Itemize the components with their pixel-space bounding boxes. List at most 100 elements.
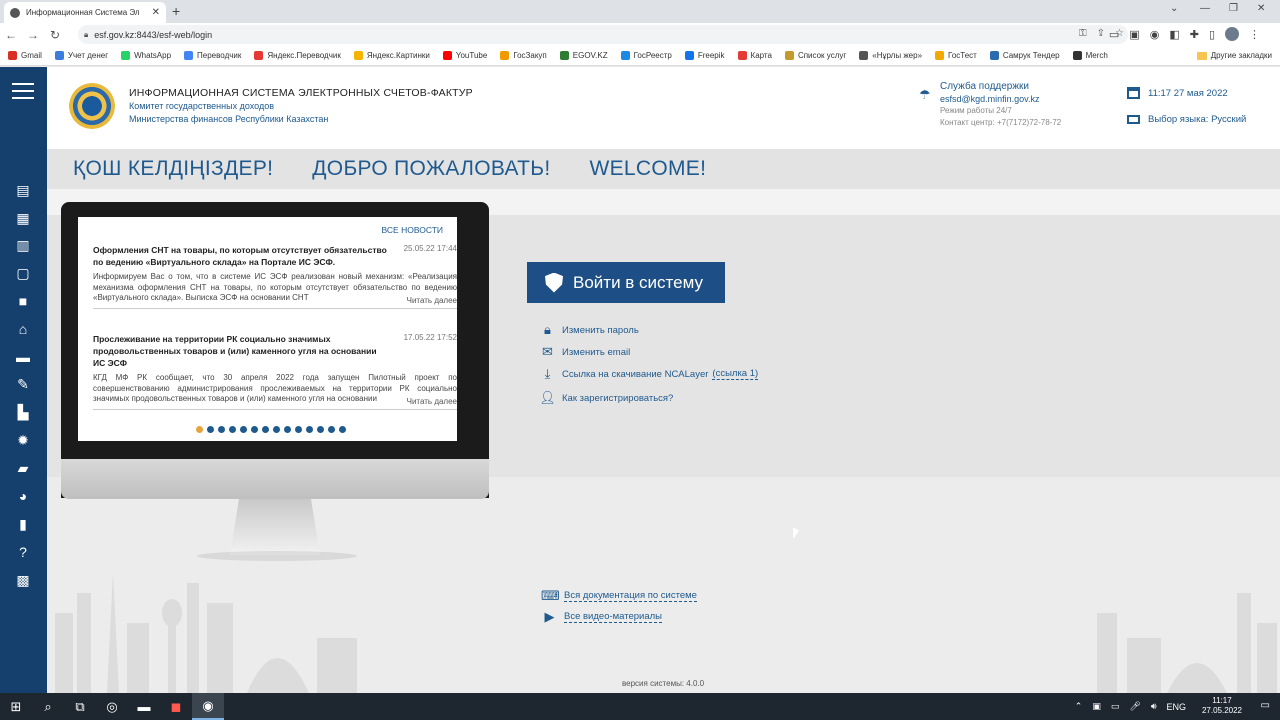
ncalayer-link-1[interactable]: (ссылка 1) [712,368,759,380]
bookmark-item[interactable]: Gmail [8,51,42,60]
id-card-icon[interactable]: ▦ [13,209,33,227]
dolly-icon[interactable]: ▙ [13,403,33,421]
file-explorer-icon[interactable]: ▬ [128,693,160,720]
browser-tab[interactable]: Информационная Система Эл ✕ [4,2,166,23]
pagination-dot[interactable] [229,426,236,433]
pagination-dot[interactable] [284,426,291,433]
microphone-icon[interactable]: 🎤︎ [1129,701,1140,712]
puzzle-icon[interactable]: ✚ [1190,28,1199,41]
tray-chevron-icon[interactable]: ⌃ [1075,701,1083,712]
bookmark-item[interactable]: Freepik [684,51,725,60]
new-tab-icon[interactable]: + [172,3,180,19]
pagination-dot[interactable] [328,426,335,433]
recorder-app-icon[interactable]: ◼ [160,693,192,720]
extension-icon[interactable]: ◉ [1150,28,1160,41]
bookmark-item[interactable]: Список услуг [784,51,846,60]
bookmark-item[interactable]: «Нұрлы жер» [859,51,922,60]
all-news-link[interactable]: ВСЕ НОВОСТИ [382,225,443,235]
back-icon[interactable]: ← [0,28,22,42]
edit-document-icon[interactable]: ✎ [13,375,33,393]
bookmark-item[interactable]: Яндекс.Переводчик [254,51,341,60]
all-docs-link[interactable]: ⌨ Вся документация по системе [541,589,697,603]
bookmark-item[interactable]: Самрук Тендер [989,51,1060,60]
pagination-dot[interactable] [317,426,324,433]
tab-search-icon[interactable]: ⌄ [1170,3,1178,14]
briefcase-icon[interactable]: ■ [13,292,33,310]
extension-icon[interactable]: ◧ [1169,28,1179,41]
all-videos-label[interactable]: Все видео-материалы [564,611,663,623]
bookmark-item[interactable]: ГосРеестр [620,51,672,60]
pagination-dot[interactable] [262,426,269,433]
tab-close-icon[interactable]: ✕ [152,7,160,18]
change-email-label[interactable]: Изменить email [562,347,630,358]
bookmark-item[interactable]: YouTube [442,51,487,60]
folder-open-icon[interactable]: ▰ [13,459,33,477]
pagination-dot[interactable] [251,426,258,433]
close-window-icon[interactable]: ✕ [1257,3,1265,14]
minimize-icon[interactable]: — [1200,3,1210,14]
pagination-dot[interactable] [273,426,280,433]
bookmark-item[interactable]: Учет денег [54,51,108,60]
change-password-link[interactable]: 🔒︎ Изменить пароль [539,323,639,337]
news-title[interactable]: Оформления СНТ на товары, по которым отс… [93,244,391,268]
forward-icon[interactable]: → [22,28,44,42]
all-videos-link[interactable]: ▶ Все видео-материалы [541,610,663,624]
settings-gear-icon[interactable]: ✹ [13,431,33,449]
ncalayer-label[interactable]: Ссылка на скачивание NCALayer [562,369,708,380]
pagination-dot[interactable] [196,426,203,433]
pagination-dot[interactable] [306,426,313,433]
help-question-icon[interactable]: ? [13,543,33,561]
hamburger-menu-icon[interactable] [12,83,34,104]
extension-icon[interactable]: ▣ [1129,28,1139,41]
book-icon[interactable]: ▬ [13,348,33,366]
how-to-register-link[interactable]: 👤︎ Как зарегистрироваться? [539,391,673,405]
input-language[interactable]: ENG [1166,702,1186,712]
chrome-active-icon[interactable]: ◉ [192,693,224,720]
language-text[interactable]: Выбор языка: Русский [1148,114,1246,125]
bookmark-item[interactable]: Переводчик [184,51,241,60]
pagination-dot[interactable] [339,426,346,433]
support-email-link[interactable]: esfsd@kgd.minfin.gov.kz [940,93,1061,105]
book-closed-icon[interactable]: ▮ [13,515,33,533]
document-icon[interactable]: ▤ [13,181,33,199]
toolbox-icon[interactable]: ▩ [13,571,33,589]
building-icon[interactable]: ▥ [13,236,33,254]
pagination-dot[interactable] [218,426,225,433]
bookmark-item[interactable]: Карта [737,51,772,60]
task-view-icon[interactable]: ⧉ [64,693,96,720]
volume-icon[interactable]: 🔊︎ [1151,701,1157,712]
file-icon[interactable]: ▢ [13,264,33,282]
kgd-emblem-logo[interactable] [69,83,115,129]
sidepanel-icon[interactable]: ▯ [1209,28,1215,41]
bookmark-item[interactable]: ГосТест [935,51,977,60]
profile-avatar-icon[interactable] [1225,27,1239,41]
ncalayer-download-link[interactable]: ⤓ Ссылка на скачивание NCALayer (ссылка … [539,367,759,381]
display-icon[interactable]: ▭ [1111,701,1120,712]
other-bookmarks[interactable]: Другие закладки [1196,51,1272,60]
language-selector[interactable]: Выбор языка: Русский [1127,114,1246,125]
share-icon[interactable]: ⇪ [1097,28,1105,39]
dashboard-gauge-icon[interactable]: ◕ [13,487,33,505]
how-to-register-label[interactable]: Как зарегистрироваться? [562,393,673,404]
reload-icon[interactable]: ↻ [44,28,66,42]
windows-start-icon[interactable]: ⊞ [0,693,32,720]
pagination-dot[interactable] [240,426,247,433]
chrome-icon[interactable]: ◎ [96,693,128,720]
news-title[interactable]: Прослеживание на территории РК социально… [93,333,391,369]
change-password-label[interactable]: Изменить пароль [562,325,639,336]
bookmark-item[interactable]: Яндекс.Картинки [353,51,430,60]
address-bar[interactable]: 🔒︎ esf.gov.kz:8443/esf-web/login [78,25,1128,44]
notifications-icon[interactable]: ▭ [1261,700,1270,711]
pagination-dot[interactable] [295,426,302,433]
bookmark-item[interactable]: ГосЗакуп [500,51,547,60]
pagination-dot[interactable] [207,426,214,433]
bookmark-item[interactable]: EGOV.KZ [559,51,608,60]
all-docs-label[interactable]: Вся документация по системе [564,590,697,602]
login-button[interactable]: Войти в систему [527,262,725,303]
warehouse-icon[interactable]: ⌂ [13,320,33,338]
change-email-link[interactable]: ✉ Изменить email [539,345,630,359]
taskbar-clock[interactable]: 11:17 27.05.2022 [1202,696,1242,716]
extension-icon[interactable]: ▭ [1109,28,1119,41]
bookmark-item[interactable]: WhatsApp [121,51,171,60]
maximize-icon[interactable]: ❐ [1229,3,1238,14]
